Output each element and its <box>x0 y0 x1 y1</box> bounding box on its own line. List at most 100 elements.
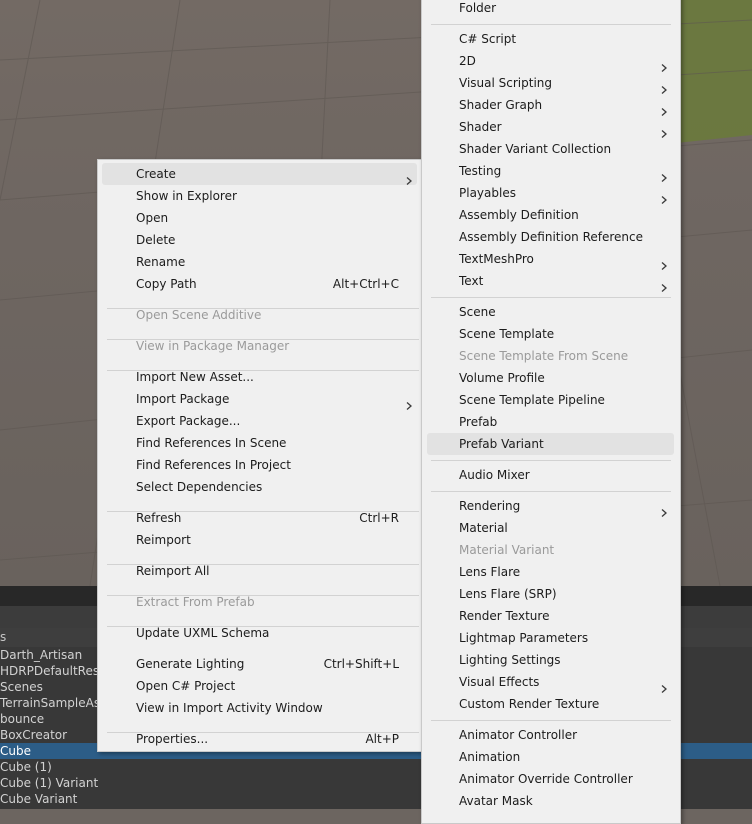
menu-item-label: Find References In Project <box>136 458 291 472</box>
menu-item-label: Prefab Variant <box>459 437 544 451</box>
menu-item-volume-profile[interactable]: Volume Profile <box>427 367 674 389</box>
chevron-right-icon <box>660 101 668 116</box>
menu-item-view-in-import-activity-window[interactable]: View in Import Activity Window <box>102 697 417 719</box>
menu-separator <box>431 297 671 298</box>
menu-item-open-c-project[interactable]: Open C# Project <box>102 675 417 697</box>
menu-item-c-script[interactable]: C# Script <box>427 28 674 50</box>
menu-item-label: Scene Template Pipeline <box>459 393 605 407</box>
chevron-right-icon <box>660 277 668 292</box>
menu-item-label: Open <box>136 211 169 225</box>
menu-item-copy-path[interactable]: Copy Path Alt+Ctrl+C <box>102 273 417 295</box>
menu-item-lightmap-parameters[interactable]: Lightmap Parameters <box>427 627 674 649</box>
menu-item-render-texture[interactable]: Render Texture <box>427 605 674 627</box>
menu-item-label: Create <box>136 167 176 181</box>
menu-item-label: Animation <box>459 750 521 764</box>
chevron-right-icon <box>660 123 668 138</box>
menu-item-label: Assembly Definition <box>459 208 579 222</box>
menu-item-lighting-settings[interactable]: Lighting Settings <box>427 649 674 671</box>
menu-item-audio-mixer[interactable]: Audio Mixer <box>427 464 674 486</box>
chevron-right-icon <box>660 502 668 517</box>
menu-item-label: Playables <box>459 186 516 200</box>
menu-separator <box>107 370 419 371</box>
menu-item-label: Open C# Project <box>136 679 236 693</box>
menu-item-label: Render Texture <box>459 609 550 623</box>
menu-item-playables[interactable]: Playables <box>427 182 674 204</box>
menu-item-label: Lighting Settings <box>459 653 561 667</box>
menu-item-label: Folder <box>459 1 497 15</box>
menu-separator <box>107 626 419 627</box>
menu-item-2d[interactable]: 2D <box>427 50 674 72</box>
menu-item-delete[interactable]: Delete <box>102 229 417 251</box>
menu-item-rendering[interactable]: Rendering <box>427 495 674 517</box>
menu-item-animator-override-controller[interactable]: Animator Override Controller <box>427 768 674 790</box>
menu-item-label: Visual Scripting <box>459 76 552 90</box>
menu-item-scene[interactable]: Scene <box>427 301 674 323</box>
menu-item-prefab-variant[interactable]: Prefab Variant <box>427 433 674 455</box>
menu-item-text[interactable]: Text <box>427 270 674 292</box>
menu-item-show-in-explorer[interactable]: Show in Explorer <box>102 185 417 207</box>
menu-item-label: Lens Flare <box>459 565 521 579</box>
menu-item-open[interactable]: Open <box>102 207 417 229</box>
menu-item-label: Shader <box>459 120 502 134</box>
menu-item-visual-effects[interactable]: Visual Effects <box>427 671 674 693</box>
menu-item-label: Animator Override Controller <box>459 772 633 786</box>
menu-item-label: Text <box>459 274 484 288</box>
chevron-right-icon <box>660 255 668 270</box>
menu-item-label: Material Variant <box>459 543 555 557</box>
menu-item-assembly-definition[interactable]: Assembly Definition <box>427 204 674 226</box>
menu-separator <box>431 460 671 461</box>
menu-item-textmeshpro[interactable]: TextMeshPro <box>427 248 674 270</box>
menu-item-assembly-definition-reference[interactable]: Assembly Definition Reference <box>427 226 674 248</box>
menu-item-label: Animator Controller <box>459 728 578 742</box>
chevron-right-icon <box>660 79 668 94</box>
menu-item-shader[interactable]: Shader <box>427 116 674 138</box>
menu-item-custom-render-texture[interactable]: Custom Render Texture <box>427 693 674 715</box>
menu-item-visual-scripting[interactable]: Visual Scripting <box>427 72 674 94</box>
menu-separator <box>431 720 671 721</box>
menu-item-rename[interactable]: Rename <box>102 251 417 273</box>
menu-item-label: Reimport <box>136 533 191 547</box>
menu-separator <box>107 339 419 340</box>
menu-item-export-package[interactable]: Export Package... <box>102 410 417 432</box>
menu-item-label: 2D <box>459 54 476 68</box>
menu-item-label: Rename <box>136 255 186 269</box>
menu-separator <box>107 511 419 512</box>
menu-item-folder[interactable]: Folder <box>427 0 674 19</box>
menu-item-shader-graph[interactable]: Shader Graph <box>427 94 674 116</box>
menu-item-scene-template-pipeline[interactable]: Scene Template Pipeline <box>427 389 674 411</box>
menu-item-material[interactable]: Material <box>427 517 674 539</box>
menu-item-import-package[interactable]: Import Package <box>102 388 417 410</box>
menu-item-label: Volume Profile <box>459 371 545 385</box>
menu-item-label: Custom Render Texture <box>459 697 600 711</box>
menu-item-label: Testing <box>459 164 502 178</box>
menu-item-lens-flare-srp[interactable]: Lens Flare (SRP) <box>427 583 674 605</box>
menu-item-label: TextMeshPro <box>459 252 534 266</box>
menu-item-shortcut: Alt+Ctrl+C <box>332 277 399 291</box>
menu-item-scene-template[interactable]: Scene Template <box>427 323 674 345</box>
menu-item-label: Find References In Scene <box>136 436 287 450</box>
menu-item-animation[interactable]: Animation <box>427 746 674 768</box>
menu-item-label: Prefab <box>459 415 498 429</box>
menu-item-label: Visual Effects <box>459 675 540 689</box>
chevron-right-icon <box>660 678 668 693</box>
menu-item-label: Scene <box>459 305 496 319</box>
menu-item-label: Export Package... <box>136 414 241 428</box>
menu-item-testing[interactable]: Testing <box>427 160 674 182</box>
chevron-right-icon <box>660 167 668 182</box>
menu-separator <box>107 564 419 565</box>
menu-item-prefab[interactable]: Prefab <box>427 411 674 433</box>
menu-separator <box>107 308 419 309</box>
menu-item-label: Delete <box>136 233 176 247</box>
chevron-right-icon <box>660 189 668 204</box>
menu-item-shader-variant-collection[interactable]: Shader Variant Collection <box>427 138 674 160</box>
menu-item-create[interactable]: Create <box>102 163 417 185</box>
menu-item-lens-flare[interactable]: Lens Flare <box>427 561 674 583</box>
menu-item-label: Rendering <box>459 499 521 513</box>
menu-item-generate-lighting[interactable]: Generate Lighting Ctrl+Shift+L <box>102 653 417 675</box>
chevron-right-icon <box>405 395 413 410</box>
menu-item-find-references-in-project[interactable]: Find References In Project <box>102 454 417 476</box>
menu-item-select-dependencies[interactable]: Select Dependencies <box>102 476 417 498</box>
menu-item-animator-controller[interactable]: Animator Controller <box>427 724 674 746</box>
menu-item-reimport[interactable]: Reimport <box>102 529 417 551</box>
menu-item-find-references-in-scene[interactable]: Find References In Scene <box>102 432 417 454</box>
